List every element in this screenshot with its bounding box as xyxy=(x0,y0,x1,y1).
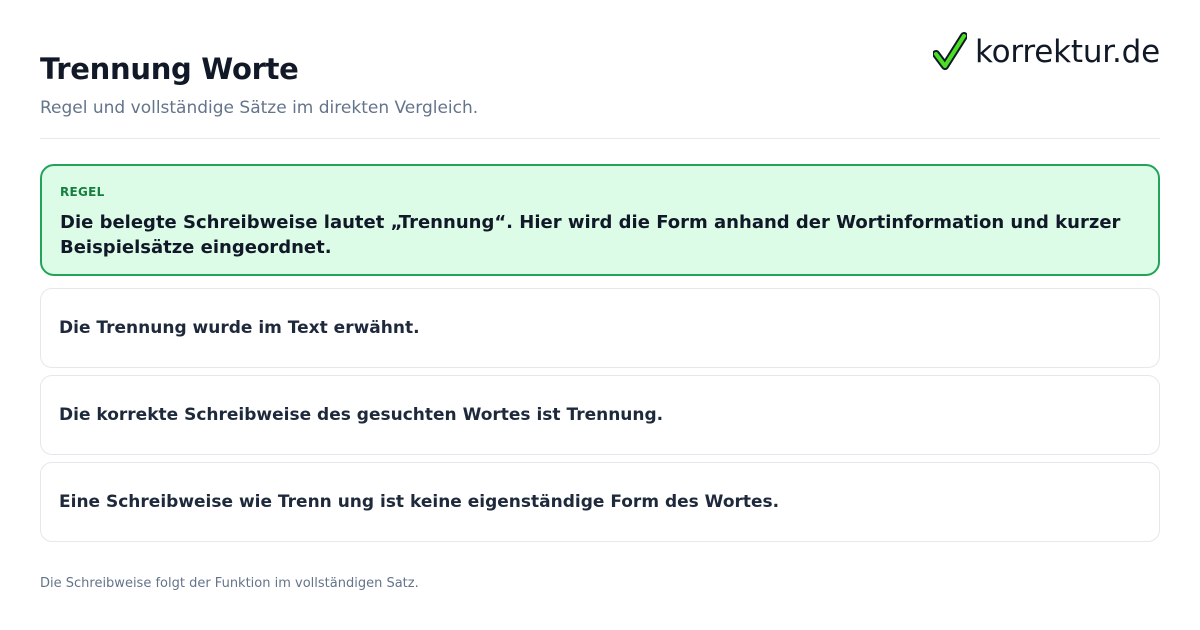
header-divider xyxy=(40,138,1160,139)
brand-logo[interactable]: korrektur.de xyxy=(932,30,1160,74)
example-sentence-3: Eine Schreibweise wie Trenn ung ist kein… xyxy=(40,462,1160,542)
rule-label: REGEL xyxy=(60,185,105,199)
footer-note: Die Schreibweise folgt der Funktion im v… xyxy=(40,576,419,591)
checkmark-icon xyxy=(932,32,967,72)
rule-text: Die belegte Schreibweise lautet „Trennun… xyxy=(60,212,1121,258)
example-sentence-2: Die korrekte Schreibweise des gesuchten … xyxy=(40,375,1160,455)
page-subtitle: Regel und vollständige Sätze im direkten… xyxy=(40,98,479,118)
rule-card: REGEL Die belegte Schreibweise lautet „T… xyxy=(40,164,1160,276)
logo-text: korrektur.de xyxy=(974,34,1160,70)
example-sentence-1: Die Trennung wurde im Text erwähnt. xyxy=(40,288,1160,368)
